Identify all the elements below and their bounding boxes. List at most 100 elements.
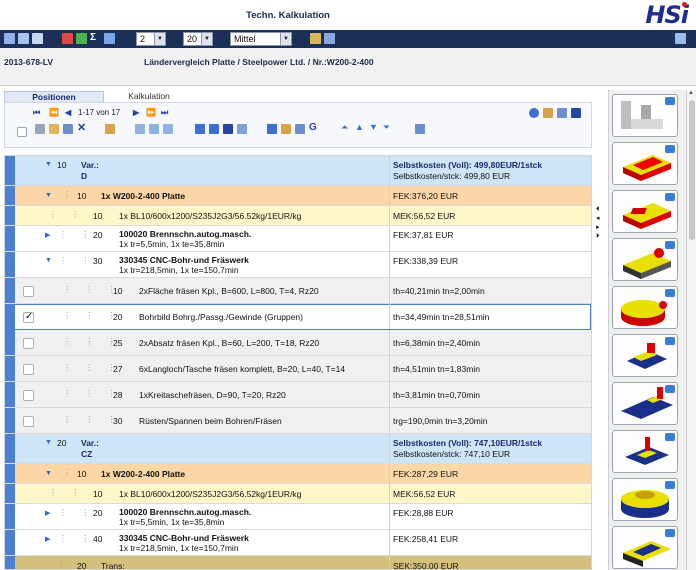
paste-icon[interactable] bbox=[63, 124, 73, 134]
collapse-icon[interactable]: ▼ bbox=[45, 257, 52, 264]
scroll-up-icon[interactable]: ▲ bbox=[688, 90, 694, 96]
info-icon[interactable] bbox=[529, 108, 539, 118]
delete-icon[interactable]: ✕ bbox=[77, 121, 87, 134]
operation-thumb-10[interactable] bbox=[612, 526, 678, 569]
table-row[interactable]: ▶ ⋮ ⋮ 20 100020 Brennschn.autog.masch. 1x tr… bbox=[5, 226, 591, 252]
column-divider bbox=[389, 382, 390, 407]
sort-icon[interactable] bbox=[135, 124, 145, 134]
operation-thumb-9[interactable] bbox=[612, 478, 678, 521]
collapse-icon[interactable]: ▼ bbox=[45, 161, 52, 168]
copy-row-icon[interactable] bbox=[163, 124, 173, 134]
layers-icon[interactable] bbox=[267, 124, 277, 134]
expand-icon[interactable]: ▶ bbox=[45, 231, 50, 239]
table-row[interactable]: ▼ ⋮ 10 1x W200-2-400 Platte FEK:376,20 EUR bbox=[5, 186, 591, 206]
insert-icon[interactable] bbox=[105, 124, 115, 134]
tab-positionen[interactable]: Positionen bbox=[4, 91, 104, 102]
operation-thumb-7[interactable] bbox=[612, 382, 678, 425]
cut-icon[interactable] bbox=[35, 124, 45, 134]
table-row[interactable]: ⋮ ⋮ 10 1x BL10/600x1200/S235J2G3/56.52kg/1… bbox=[5, 206, 591, 226]
add-row-icon[interactable] bbox=[195, 124, 205, 134]
move-up-icon[interactable]: ▲ bbox=[355, 122, 365, 132]
save-icon[interactable] bbox=[18, 33, 29, 44]
table-row[interactable]: ⋮ ⋮ ⋮ 25 2xAbsatz fräsen Kpl., B=60, L=200… bbox=[5, 330, 591, 356]
table-row[interactable]: ▶ ⋮ ⋮ 20 100020 Brennschn.autog.masch. 1x tr… bbox=[5, 504, 591, 530]
table-row[interactable]: ⋮ ⋮ 10 1x BL10/600x1200/S235J2G3/56.52kg/1… bbox=[5, 484, 591, 504]
excel-icon[interactable] bbox=[76, 33, 87, 44]
panel-scrollbar[interactable]: ▲ bbox=[686, 90, 696, 570]
table-row[interactable]: ▼ ⋮ ⋮ 30 330345 CNC-Bohr-und Fräswerk 1x tr=… bbox=[5, 252, 591, 278]
expand-icon[interactable]: ▶ bbox=[45, 509, 50, 517]
operation-thumb-5[interactable] bbox=[612, 286, 678, 329]
document-title: Ländervergleich Platte / Steelpower Ltd.… bbox=[144, 57, 374, 67]
operation-thumb-3[interactable] bbox=[612, 190, 678, 233]
prev-fast-icon[interactable]: ⏪ bbox=[49, 108, 59, 117]
scrollbar-thumb[interactable] bbox=[689, 100, 695, 240]
variant-row[interactable]: ▼ 10 Var.: D Selbstkosten (Voll): 499,80EUR/… bbox=[5, 156, 591, 186]
row-checkbox[interactable] bbox=[23, 416, 34, 427]
group-icon[interactable]: G bbox=[309, 122, 319, 133]
row-checkbox[interactable] bbox=[23, 311, 34, 323]
first-page-icon[interactable]: ⏮ bbox=[33, 108, 40, 118]
tree-icon[interactable] bbox=[324, 33, 335, 44]
row-checkbox[interactable] bbox=[23, 338, 34, 349]
transport-title: Trans; bbox=[101, 561, 125, 570]
table-row[interactable]: ⋮ ⋮ ⋮ 28 1xKreitaschefräsen, D=90, T=20, R… bbox=[5, 382, 591, 408]
calculate-icon[interactable] bbox=[415, 124, 425, 134]
table-row[interactable]: ⋮ ⋮ ⋮20Bohrbild Bohrg./Passg./Gewinde (G… bbox=[5, 304, 591, 330]
bar-chart-icon[interactable] bbox=[281, 124, 291, 134]
sum-icon[interactable]: Σ bbox=[90, 32, 101, 43]
table-icon[interactable] bbox=[223, 124, 233, 134]
count-select[interactable]: 20 ▼ bbox=[183, 32, 213, 46]
last-page-icon[interactable]: ⏭ bbox=[161, 108, 168, 118]
operation-thumb-8[interactable] bbox=[612, 430, 678, 473]
print-icon[interactable] bbox=[32, 33, 43, 44]
mode-select[interactable]: Mittel ▼ bbox=[230, 32, 292, 46]
tab-kalkulation[interactable]: Kalkulation bbox=[104, 91, 194, 102]
row-checkbox[interactable] bbox=[23, 390, 34, 401]
pdf-icon[interactable] bbox=[62, 33, 73, 44]
expand-icon[interactable]: ▶ bbox=[45, 535, 50, 543]
copy-icon[interactable] bbox=[49, 124, 59, 134]
settings-icon[interactable] bbox=[557, 108, 567, 118]
step-title: 2xFläche fräsen Kpl., B=600, L=800, T=4,… bbox=[139, 286, 319, 296]
level-select[interactable]: 2 ▼ bbox=[136, 32, 166, 46]
graph-icon[interactable] bbox=[295, 124, 305, 134]
next-fast-icon[interactable]: ⏩ bbox=[146, 108, 156, 117]
row-checkbox[interactable] bbox=[23, 364, 34, 375]
grid-icon[interactable] bbox=[4, 33, 15, 44]
select-all-checkbox[interactable] bbox=[17, 127, 27, 137]
operation-thumb-2[interactable] bbox=[612, 142, 678, 185]
next-page-icon[interactable]: ▶ bbox=[133, 108, 139, 117]
link-icon[interactable] bbox=[237, 124, 247, 134]
table-row[interactable]: ▼ ⋮ 10 1x W200-2-400 Platte FEK:287,29 EUR bbox=[5, 464, 591, 484]
table-row[interactable]: ⋮ ⋮ ⋮ 10 2xFläche fräsen Kpl., B=600, L=80… bbox=[5, 278, 591, 304]
move-down-icon[interactable]: ▼ bbox=[369, 122, 379, 132]
table-row[interactable]: ⋮ 20 Trans; SEK:350,00 EUR bbox=[5, 556, 591, 570]
variant-row[interactable]: ▼ 20 Var.: CZ Selbstkosten (Voll): 747,10EUR… bbox=[5, 434, 591, 464]
columns-icon[interactable] bbox=[571, 108, 581, 118]
position-number: 10 bbox=[57, 160, 67, 170]
edit-icon[interactable] bbox=[675, 33, 686, 44]
export-icon[interactable] bbox=[543, 108, 553, 118]
transport-cost: SEK:350,00 EUR bbox=[393, 561, 459, 570]
indent-icon[interactable] bbox=[209, 124, 219, 134]
panel-toggle[interactable]: ⏴ ◂ ▸ ⏵ bbox=[596, 205, 606, 241]
row-checkbox[interactable] bbox=[23, 286, 34, 297]
collapse-icon[interactable]: ▼ bbox=[45, 470, 52, 477]
operation-thumb-4[interactable] bbox=[612, 238, 678, 281]
move-top-icon[interactable]: ⏶ bbox=[341, 122, 351, 132]
sum-column-icon[interactable] bbox=[149, 124, 159, 134]
table-row[interactable]: ⋮ ⋮ ⋮ 27 6xLangloch/Tasche fräsen komplett… bbox=[5, 356, 591, 382]
table-row[interactable]: ▶ ⋮ ⋮ 40 330345 CNC-Bohr-und Fräswerk 1x tr=… bbox=[5, 530, 591, 556]
operation-thumb-1[interactable] bbox=[612, 94, 678, 137]
operation-times: 1x tr=218,5min, 1x te=150,7min bbox=[119, 265, 239, 275]
structure-icon[interactable] bbox=[310, 33, 321, 44]
prev-page-icon[interactable]: ◀ bbox=[65, 108, 71, 117]
refresh-icon[interactable] bbox=[104, 33, 115, 44]
table-row[interactable]: ⋮ ⋮ ⋮ 30 Rüsten/Spannen beim Bohren/Fräsen… bbox=[5, 408, 591, 434]
operations-panel bbox=[608, 90, 688, 570]
move-bottom-icon[interactable]: ⏷ bbox=[383, 122, 393, 132]
operation-thumb-6[interactable] bbox=[612, 334, 678, 377]
collapse-icon[interactable]: ▼ bbox=[45, 439, 52, 446]
collapse-icon[interactable]: ▼ bbox=[45, 192, 52, 199]
